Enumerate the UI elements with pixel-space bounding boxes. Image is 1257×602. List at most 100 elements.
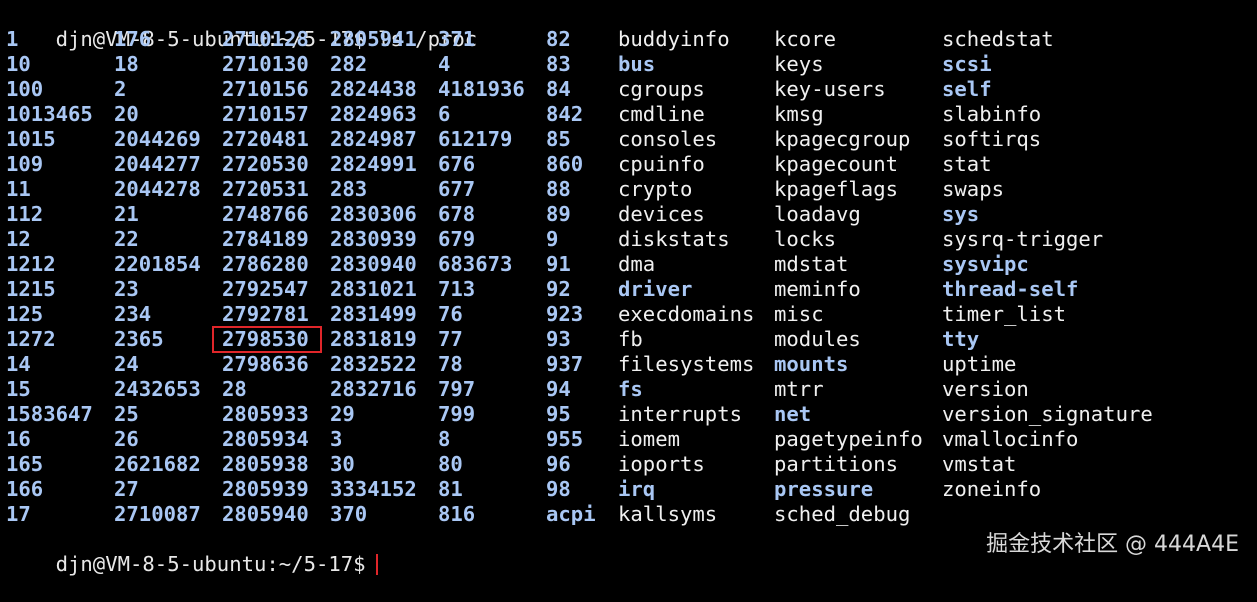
- directory-entry: 77: [438, 327, 463, 351]
- directory-entry: 2824963: [330, 102, 417, 126]
- directory-entry: 112: [6, 202, 44, 226]
- file-entry: ioports: [618, 452, 705, 476]
- directory-entry: 2824991: [330, 152, 417, 176]
- directory-entry: mounts: [774, 352, 849, 376]
- directory-entry: 82: [546, 27, 571, 51]
- listing-row: 11 2044278 2720531 283 677 88 crypto kpageflags…: [0, 177, 1257, 202]
- directory-entry: 2784189: [222, 227, 309, 251]
- directory-entry: 95: [546, 402, 571, 426]
- directory-entry: acpi: [546, 502, 596, 526]
- directory-entry: 1212: [6, 252, 56, 276]
- directory-entry: self: [942, 77, 992, 101]
- directory-entry: 2044277: [114, 152, 201, 176]
- directory-entry: 3334152: [330, 477, 417, 501]
- listing-row: 17 2710087 2805940 370 816 acpi kallsyms sched_…: [0, 502, 1257, 527]
- file-entry: swaps: [942, 177, 1004, 201]
- directory-entry: 4181936: [438, 77, 525, 101]
- directory-entry: 677: [438, 177, 476, 201]
- directory-entry: 2720531: [222, 177, 309, 201]
- directory-entry: 2805933: [222, 402, 309, 426]
- listing-row: 100 2 2710156 2824438 4181936 84 cgroups key-us…: [0, 77, 1257, 102]
- file-entry: modules: [774, 327, 861, 351]
- directory-entry: 92: [546, 277, 571, 301]
- directory-entry: 2432653: [114, 377, 201, 401]
- file-entry: cpuinfo: [618, 152, 705, 176]
- directory-entry: 2710130: [222, 52, 309, 76]
- directory-entry: 2831021: [330, 277, 417, 301]
- directory-entry: sysvipc: [942, 252, 1029, 276]
- directory-entry: 1583647: [6, 402, 93, 426]
- directory-entry: pressure: [774, 477, 874, 501]
- file-entry: misc: [774, 302, 824, 326]
- listing-row: 112 21 2748766 2830306 678 89 devices loadavg sy…: [0, 202, 1257, 227]
- directory-entry: 842: [546, 102, 584, 126]
- directory-entry: 12: [6, 227, 31, 251]
- directory-entry: 2824438: [330, 77, 417, 101]
- directory-entry: thread-self: [942, 277, 1079, 301]
- terminal-window[interactable]: djn@VM-8-5-ubuntu:~/5-17$ ls /proc 1 176 2…: [0, 0, 1257, 576]
- directory-entry: 2798530: [222, 327, 309, 351]
- file-entry: cgroups: [618, 77, 705, 101]
- directory-entry: 2044278: [114, 177, 201, 201]
- directory-entry: 15: [6, 377, 31, 401]
- directory-entry: 8: [438, 427, 451, 451]
- directory-entry: 6: [438, 102, 451, 126]
- directory-entry: 676: [438, 152, 476, 176]
- directory-entry: 18: [114, 52, 139, 76]
- directory-entry: 2798636: [222, 352, 309, 376]
- directory-entry: 797: [438, 377, 476, 401]
- directory-entry: tty: [942, 327, 980, 351]
- directory-entry: 14: [6, 352, 31, 376]
- directory-entry: 125: [6, 302, 44, 326]
- directory-entry: 234: [114, 302, 152, 326]
- file-entry: kmsg: [774, 102, 824, 126]
- directory-entry: 860: [546, 152, 584, 176]
- directory-entry: 96: [546, 452, 571, 476]
- file-entry: diskstats: [618, 227, 730, 251]
- file-entry: iomem: [618, 427, 680, 451]
- directory-entry: 2044269: [114, 127, 201, 151]
- directory-entry: 22: [114, 227, 139, 251]
- directory-entry: 78: [438, 352, 463, 376]
- directory-entry: 4: [438, 52, 451, 76]
- directory-entry: 91: [546, 252, 571, 276]
- directory-entry: 83: [546, 52, 571, 76]
- directory-entry: irq: [618, 477, 656, 501]
- file-entry: kpagecount: [774, 152, 898, 176]
- directory-entry: 799: [438, 402, 476, 426]
- directory-entry: 713: [438, 277, 476, 301]
- listing-row: 1215 23 2792547 2831021 713 92 driver meminfo th…: [0, 277, 1257, 302]
- listing-row: 166 27 2805939 3334152 81 98 irq pressure zonein…: [0, 477, 1257, 502]
- directory-entry: 2805940: [222, 502, 309, 526]
- listing-row: 165 2621682 2805938 30 80 96 ioports partitions…: [0, 452, 1257, 477]
- listing-row: 109 2044277 2720530 2824991 676 860 cpuinfo kpa…: [0, 152, 1257, 177]
- directory-entry: 24: [114, 352, 139, 376]
- directory-entry: bus: [618, 52, 656, 76]
- listing-row: 1272 2365 2798530 2831819 77 93 fb modules tty: [0, 327, 1257, 352]
- directory-entry: 93: [546, 327, 571, 351]
- directory-entry: 100: [6, 77, 44, 101]
- directory-entry: 28: [222, 377, 247, 401]
- command-line: djn@VM-8-5-ubuntu:~/5-17$ ls /proc: [6, 2, 478, 51]
- directory-entry: 88: [546, 177, 571, 201]
- file-entry: pagetypeinfo: [774, 427, 923, 451]
- directory-entry: 923: [546, 302, 584, 326]
- directory-entry: 2824987: [330, 127, 417, 151]
- file-entry: consoles: [618, 127, 718, 151]
- directory-entry: 2831819: [330, 327, 417, 351]
- directory-entry: 11: [6, 177, 31, 201]
- text-cursor: [375, 554, 378, 575]
- file-entry: filesystems: [618, 352, 755, 376]
- directory-entry: 937: [546, 352, 584, 376]
- directory-entry: 23: [114, 277, 139, 301]
- listing-row: 1 176 2710128 2805941 371 82 buddyinfo kcore sch…: [0, 27, 1257, 52]
- directory-entry: 2720530: [222, 152, 309, 176]
- directory-entry: 98: [546, 477, 571, 501]
- file-entry: key-users: [774, 77, 886, 101]
- directory-entry: 612179: [438, 127, 513, 151]
- directory-entry: 678: [438, 202, 476, 226]
- prompt-line[interactable]: djn@VM-8-5-ubuntu:~/5-17$: [6, 527, 378, 576]
- listing-row: 16 26 2805934 3 8 955 iomem pagetypeinfo vmalloc…: [0, 427, 1257, 452]
- file-entry: sysrq-trigger: [942, 227, 1104, 251]
- directory-entry: 2748766: [222, 202, 309, 226]
